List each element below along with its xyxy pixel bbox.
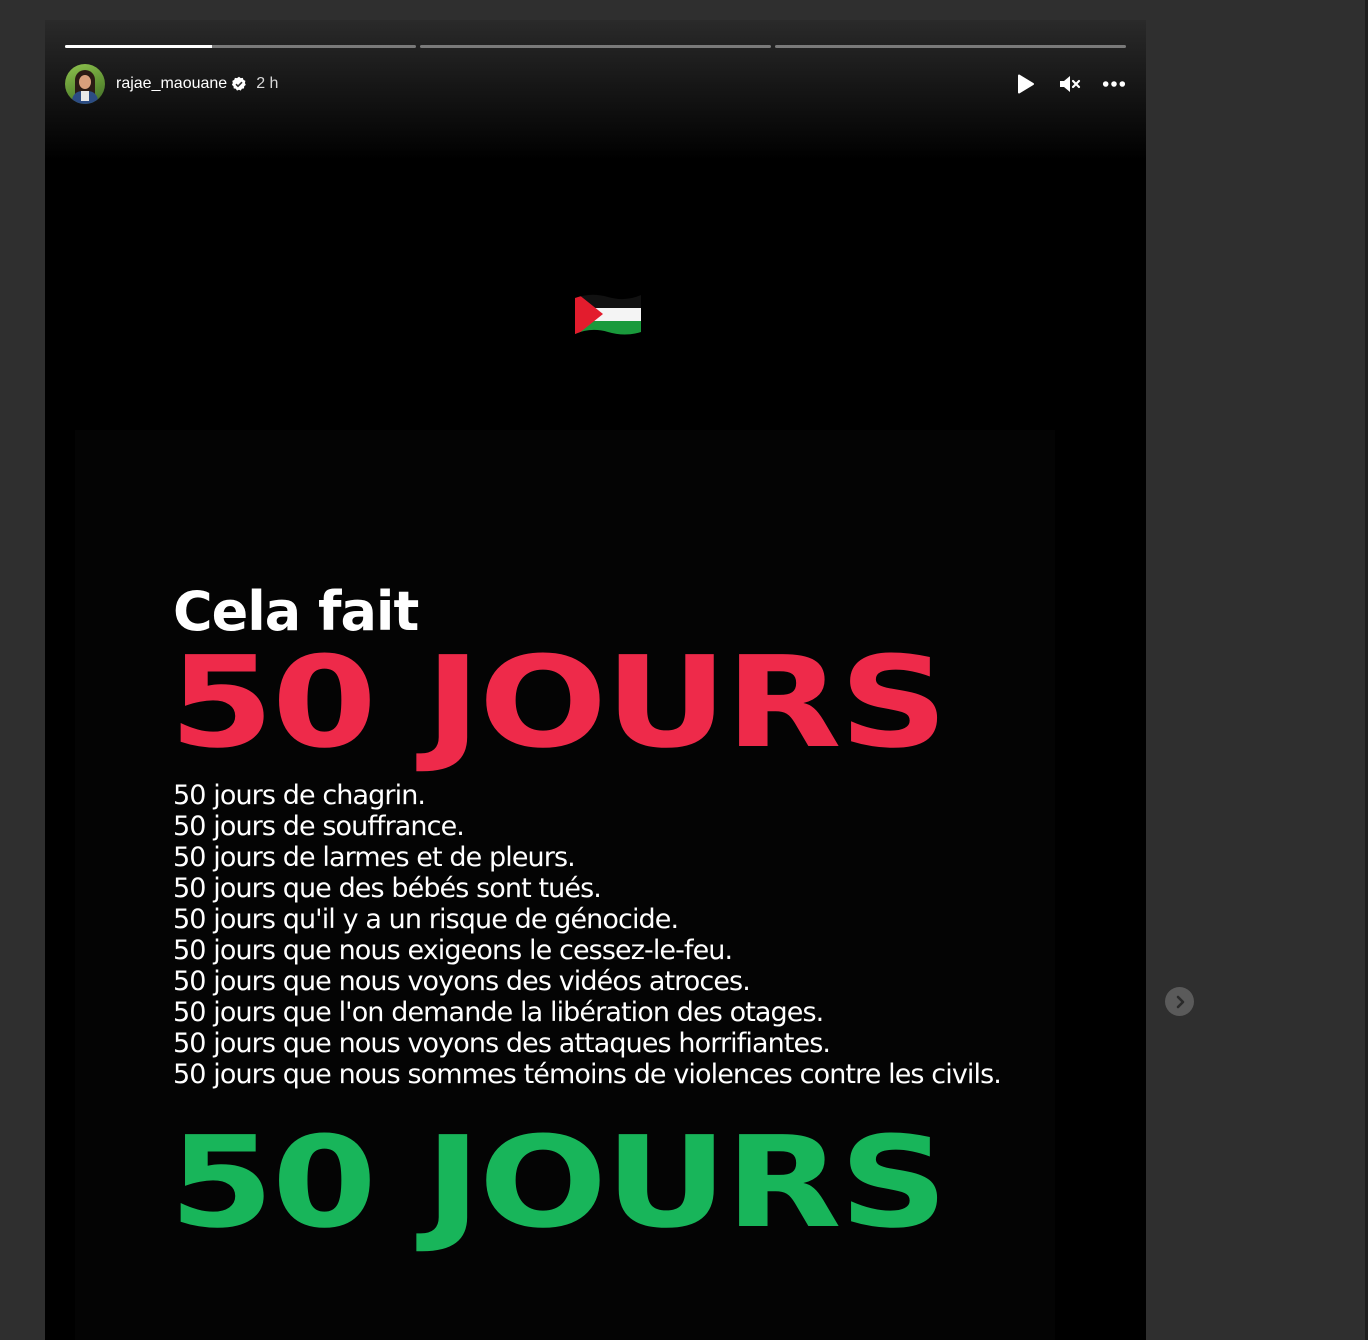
chevron-right-icon bbox=[1176, 995, 1184, 1008]
poster-line: 50 jours de chagrin. bbox=[173, 780, 426, 811]
mute-button[interactable] bbox=[1058, 72, 1082, 96]
progress-fill bbox=[65, 45, 213, 48]
poster-line: 50 jours qu'il y a un risque de génocide… bbox=[173, 904, 679, 935]
poster-line: 50 jours de larmes et de pleurs. bbox=[173, 842, 576, 873]
poster-line: 50 jours que nous sommes témoins de viol… bbox=[173, 1059, 1002, 1090]
play-button[interactable] bbox=[1014, 72, 1038, 96]
verified-badge-icon bbox=[232, 76, 247, 91]
poster-headline-bottom: 50 JOURS bbox=[169, 1109, 948, 1256]
muted-speaker-icon bbox=[1060, 76, 1081, 92]
poster-line: 50 jours que nous exigeons le cessez-le-… bbox=[173, 935, 733, 966]
story-viewer[interactable]: rajae_maouane 2 h Cela fait 50 JOURS 50 … bbox=[45, 20, 1146, 1340]
poster-line: 50 jours que l'on demande la libération … bbox=[173, 997, 824, 1028]
progress-segment bbox=[420, 45, 771, 48]
poster-line: 50 jours que nous voyons des attaques ho… bbox=[173, 1028, 831, 1059]
more-options-icon bbox=[1102, 81, 1126, 87]
poster-line: 50 jours que nous voyons des vidéos atro… bbox=[173, 966, 751, 997]
post-time: 2 h bbox=[256, 75, 279, 92]
more-options-button[interactable] bbox=[1102, 72, 1126, 96]
story-header: rajae_maouane 2 h bbox=[65, 64, 1126, 104]
palestine-flag-icon bbox=[575, 294, 641, 335]
poster-lines: 50 jours de chagrin. 50 jours de souffra… bbox=[173, 780, 1002, 1090]
next-story-button[interactable] bbox=[1165, 987, 1194, 1016]
story-controls bbox=[1014, 72, 1126, 96]
play-icon bbox=[1018, 74, 1034, 94]
progress-segment bbox=[775, 45, 1126, 48]
username[interactable]: rajae_maouane bbox=[116, 75, 227, 93]
story-poster: Cela fait 50 JOURS 50 jours de chagrin. … bbox=[75, 430, 1055, 1340]
poster-line: 50 jours de souffrance. bbox=[173, 811, 465, 842]
progress-segment bbox=[65, 45, 416, 48]
avatar[interactable] bbox=[65, 64, 105, 104]
poster-headline-top: 50 JOURS bbox=[169, 629, 948, 776]
poster-line: 50 jours que des bébés sont tués. bbox=[173, 873, 602, 904]
story-progress-bar bbox=[65, 45, 1126, 48]
